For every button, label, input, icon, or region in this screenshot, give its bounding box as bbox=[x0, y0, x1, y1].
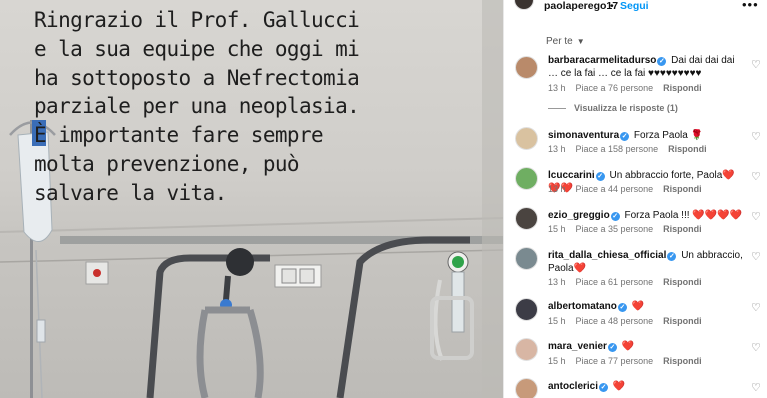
comment-meta: 13 h Piace a 61 persone Rispondi bbox=[548, 277, 702, 287]
comment-meta: 15 h Piace a 48 persone Rispondi bbox=[548, 316, 702, 326]
commenter-avatar[interactable] bbox=[515, 298, 538, 321]
commenter-avatar[interactable] bbox=[515, 207, 538, 230]
comment-age: 13 h bbox=[548, 277, 566, 287]
heart-outline-icon[interactable]: ♡ bbox=[751, 341, 761, 354]
commenter-avatar[interactable] bbox=[515, 338, 538, 361]
comment-meta: 13 h Piace a 44 persone Rispondi bbox=[548, 184, 702, 194]
reply-button[interactable]: Rispondi bbox=[663, 316, 702, 326]
heart-outline-icon[interactable]: ♡ bbox=[751, 170, 761, 183]
comment-text-block: antoclerici ✓ ❤️ bbox=[548, 380, 744, 393]
commenter-avatar[interactable] bbox=[515, 127, 538, 150]
post-image: Ringrazio il Prof. Gallucci e la sua equ… bbox=[0, 0, 503, 398]
reply-button[interactable]: Rispondi bbox=[663, 224, 702, 234]
comment-meta: 15 h Piace a 77 persone Rispondi bbox=[548, 356, 702, 366]
comment-text-block: barbaracarmelitadurso ✓ Dai dai dai dai …… bbox=[548, 54, 744, 80]
comment-likes[interactable]: Piace a 76 persone bbox=[576, 83, 654, 93]
comments-sort-dropdown[interactable]: Per te ▼ bbox=[546, 36, 585, 47]
story-caption: Ringrazio il Prof. Gallucci e la sua equ… bbox=[34, 8, 360, 205]
verified-badge-icon: ✓ bbox=[620, 132, 630, 141]
reply-button[interactable]: Rispondi bbox=[663, 184, 702, 194]
comment-age: 15 h bbox=[548, 316, 566, 326]
follow-button[interactable]: Segui bbox=[620, 0, 649, 12]
header-separator: • bbox=[610, 0, 614, 12]
commenter-avatar[interactable] bbox=[515, 167, 538, 190]
heart-outline-icon[interactable]: ♡ bbox=[751, 130, 761, 143]
author-avatar[interactable] bbox=[514, 0, 534, 10]
more-horizontal-icon[interactable]: ••• bbox=[742, 0, 759, 12]
comment-age: 15 h bbox=[548, 356, 566, 366]
comment-likes[interactable]: Piace a 44 persone bbox=[576, 184, 654, 194]
comment-text: ❤️ bbox=[631, 301, 645, 312]
reply-button[interactable]: Rispondi bbox=[668, 144, 707, 154]
reply-button[interactable]: Rispondi bbox=[663, 356, 702, 366]
heart-outline-icon[interactable]: ♡ bbox=[751, 58, 761, 71]
heart-outline-icon[interactable]: ♡ bbox=[751, 250, 761, 263]
verified-badge-icon: ✓ bbox=[599, 383, 609, 392]
comment-username[interactable]: ezio_greggio bbox=[548, 210, 610, 221]
verified-badge-icon: ✓ bbox=[607, 343, 617, 352]
comment-age: 13 h bbox=[548, 184, 566, 194]
comment-text: Forza Paola !!! ❤️❤️❤️❤️ bbox=[624, 210, 743, 221]
comment-likes[interactable]: Piace a 77 persone bbox=[576, 356, 654, 366]
comment-username[interactable]: barbaracarmelitadurso bbox=[548, 55, 656, 66]
comment-likes[interactable]: Piace a 48 persone bbox=[576, 316, 654, 326]
comment-age: 15 h bbox=[548, 224, 566, 234]
comment-meta: 15 h Piace a 35 persone Rispondi bbox=[548, 224, 702, 234]
comment-username[interactable]: rita_dalla_chiesa_official bbox=[548, 250, 666, 261]
post-header: paolaperego17 • Segui ••• bbox=[504, 0, 767, 14]
comment-text-block: simonaventura ✓ Forza Paola 🌹 bbox=[548, 129, 744, 142]
heart-outline-icon[interactable]: ♡ bbox=[751, 301, 761, 314]
verified-badge-icon: ✓ bbox=[667, 252, 677, 261]
heart-outline-icon[interactable]: ♡ bbox=[751, 381, 761, 394]
comment-age: 13 h bbox=[548, 144, 566, 154]
comment-username[interactable]: albertomatano bbox=[548, 301, 617, 312]
sort-label: Per te bbox=[546, 36, 573, 47]
reply-button[interactable]: Rispondi bbox=[663, 83, 702, 93]
verified-badge-icon: ✓ bbox=[657, 57, 667, 66]
comment-text-block: mara_venier ✓ ❤️ bbox=[548, 340, 744, 353]
reply-button[interactable]: Rispondi bbox=[663, 277, 702, 287]
comment-meta: 13 h Piace a 76 persone Rispondi bbox=[548, 83, 702, 93]
comment-username[interactable]: mara_venier bbox=[548, 341, 607, 352]
comment-likes[interactable]: Piace a 158 persone bbox=[576, 144, 659, 154]
chevron-down-icon: ▼ bbox=[576, 37, 585, 46]
replies-divider bbox=[548, 107, 566, 109]
comment-text-block: ezio_greggio ✓ Forza Paola !!! ❤️❤️❤️❤️ bbox=[548, 209, 744, 222]
heart-outline-icon[interactable]: ♡ bbox=[751, 210, 761, 223]
comment-text: ❤️ bbox=[612, 381, 626, 392]
comment-likes[interactable]: Piace a 35 persone bbox=[576, 224, 654, 234]
commenter-avatar[interactable] bbox=[515, 247, 538, 270]
commenter-avatar[interactable] bbox=[515, 378, 538, 398]
comment-username[interactable]: antoclerici bbox=[548, 381, 598, 392]
verified-badge-icon: ✓ bbox=[610, 212, 620, 221]
view-replies-button[interactable]: Visualizza le risposte (1) bbox=[548, 103, 678, 113]
comment-meta: 13 h Piace a 158 persone Rispondi bbox=[548, 144, 707, 154]
verified-badge-icon: ✓ bbox=[617, 303, 627, 312]
comment-username[interactable]: simonaventura bbox=[548, 130, 619, 141]
comment-text: ❤️ bbox=[621, 341, 635, 352]
comment-username[interactable]: lcuccarini bbox=[548, 170, 595, 181]
author-username[interactable]: paolaperego17 bbox=[544, 0, 618, 12]
verified-badge-icon: ✓ bbox=[595, 172, 605, 181]
commenter-avatar[interactable] bbox=[515, 56, 538, 79]
comment-age: 13 h bbox=[548, 83, 566, 93]
comments-panel: paolaperego17 • Segui ••• Per te ▼ barba… bbox=[503, 0, 767, 398]
comment-text-block: rita_dalla_chiesa_official ✓ Un abbraccio… bbox=[548, 249, 744, 275]
comment-likes[interactable]: Piace a 61 persone bbox=[576, 277, 654, 287]
view-replies-label: Visualizza le risposte (1) bbox=[574, 103, 678, 113]
comment-text: Forza Paola 🌹 bbox=[633, 130, 704, 141]
comment-text-block: albertomatano ✓ ❤️ bbox=[548, 300, 744, 313]
